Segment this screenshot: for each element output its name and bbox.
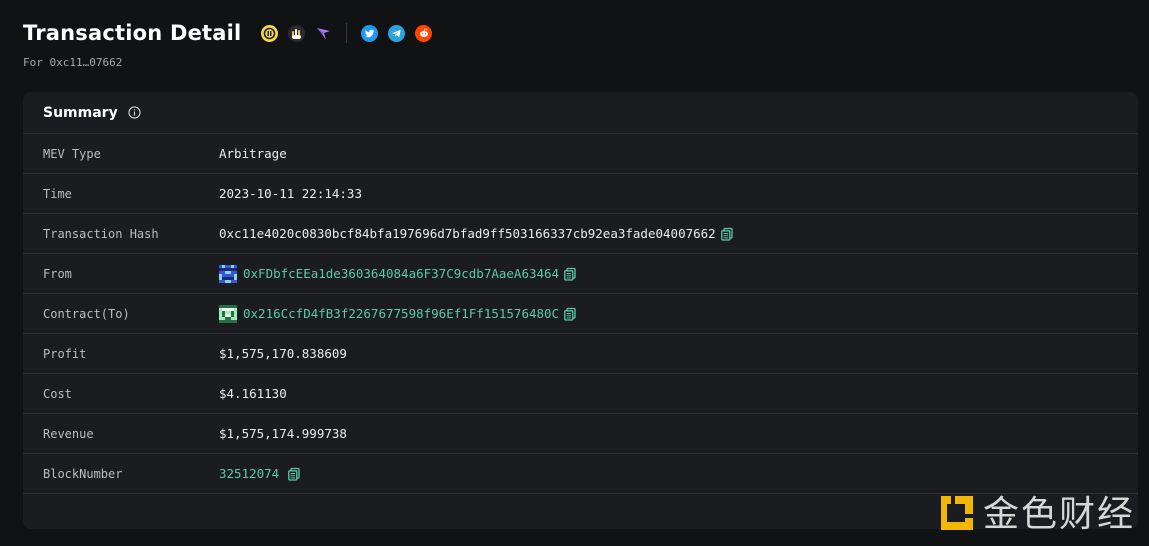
row-label: Time — [43, 186, 72, 201]
row-label: BlockNumber — [43, 466, 123, 481]
row-label: Revenue — [43, 426, 94, 441]
header-divider — [346, 23, 348, 43]
copy-icon[interactable] — [563, 307, 577, 321]
row-from: From 0xFDbfcEEa1de360364084a6F37C9cdb7Aa… — [23, 254, 1138, 294]
row-label: Contract(To) — [43, 306, 130, 321]
time-value: 2023-10-11 22:14:33 — [219, 186, 362, 201]
row-label: From — [43, 266, 72, 281]
block-value-wrap: 32512074 — [219, 466, 301, 481]
telegram-icon[interactable] — [388, 24, 406, 42]
row-contract-to: Contract(To) 0x216CcfD4fB3f2267677598f96… — [23, 294, 1138, 334]
summary-header: Summary — [23, 92, 1138, 134]
profit-value: $1,575,170.838609 — [219, 346, 347, 361]
block-number-link[interactable]: 32512074 — [219, 466, 279, 481]
mev-type-value: Arbitrage — [219, 146, 287, 161]
from-address-link[interactable]: 0xFDbfcEEa1de360364084a6F37C9cdb7AaeA634… — [243, 266, 559, 281]
row-label: MEV Type — [43, 146, 101, 161]
cost-value: $4.161130 — [219, 386, 287, 401]
row-mev-type: MEV Type Arbitrage — [23, 134, 1138, 174]
row-label: Cost — [43, 386, 72, 401]
hash-value-wrap: 0xc11e4020c0830bcf84bfa197696d7bfad9ff50… — [219, 226, 734, 241]
summary-title: Summary — [43, 104, 118, 121]
contract-address-link[interactable]: 0x216CcfD4fB3f2267677598f96Ef1Ff15157648… — [243, 306, 559, 321]
copy-icon[interactable] — [720, 227, 734, 241]
header-badges — [261, 23, 433, 43]
hand-icon[interactable] — [288, 24, 306, 42]
revenue-value: $1,575,174.999738 — [219, 426, 347, 441]
contract-value-wrap: 0x216CcfD4fB3f2267677598f96Ef1Ff15157648… — [219, 304, 577, 323]
row-block-number: BlockNumber 32512074 — [23, 454, 1138, 494]
row-time: Time 2023-10-11 22:14:33 — [23, 174, 1138, 214]
row-transaction-hash: Transaction Hash 0xc11e4020c0830bcf84bfa… — [23, 214, 1138, 254]
page-title: Transaction Detail — [23, 21, 242, 45]
copy-icon[interactable] — [563, 267, 577, 281]
watermark-text: 金色财经 — [982, 494, 1135, 535]
row-cost: Cost $4.161130 — [23, 374, 1138, 414]
contract-avatar-icon — [219, 304, 237, 323]
reddit-icon[interactable] — [415, 24, 433, 42]
page-header: Transaction Detail For 0xc11…07662 — [23, 18, 1138, 69]
page-subtitle: For 0xc11…07662 — [23, 56, 123, 69]
explorer-icon[interactable] — [261, 24, 279, 42]
row-label: Profit — [43, 346, 87, 361]
transaction-hash-value: 0xc11e4020c0830bcf84bfa197696d7bfad9ff50… — [219, 226, 716, 241]
row-label: Transaction Hash — [43, 226, 159, 241]
copy-icon[interactable] — [287, 467, 301, 481]
summary-card: Summary MEV Type Arbitrage Time 2023-10-… — [23, 92, 1138, 529]
row-profit: Profit $1,575,170.838609 — [23, 334, 1138, 374]
watermark: 金色财经 — [937, 494, 1135, 536]
info-icon[interactable] — [128, 106, 141, 119]
row-revenue: Revenue $1,575,174.999738 — [23, 414, 1138, 454]
from-value-wrap: 0xFDbfcEEa1de360364084a6F37C9cdb7AaeA634… — [219, 264, 577, 283]
from-avatar-icon — [219, 264, 237, 283]
watermark-logo-icon — [937, 494, 975, 536]
twitter-icon[interactable] — [361, 24, 379, 42]
arrow-icon[interactable] — [315, 25, 332, 42]
